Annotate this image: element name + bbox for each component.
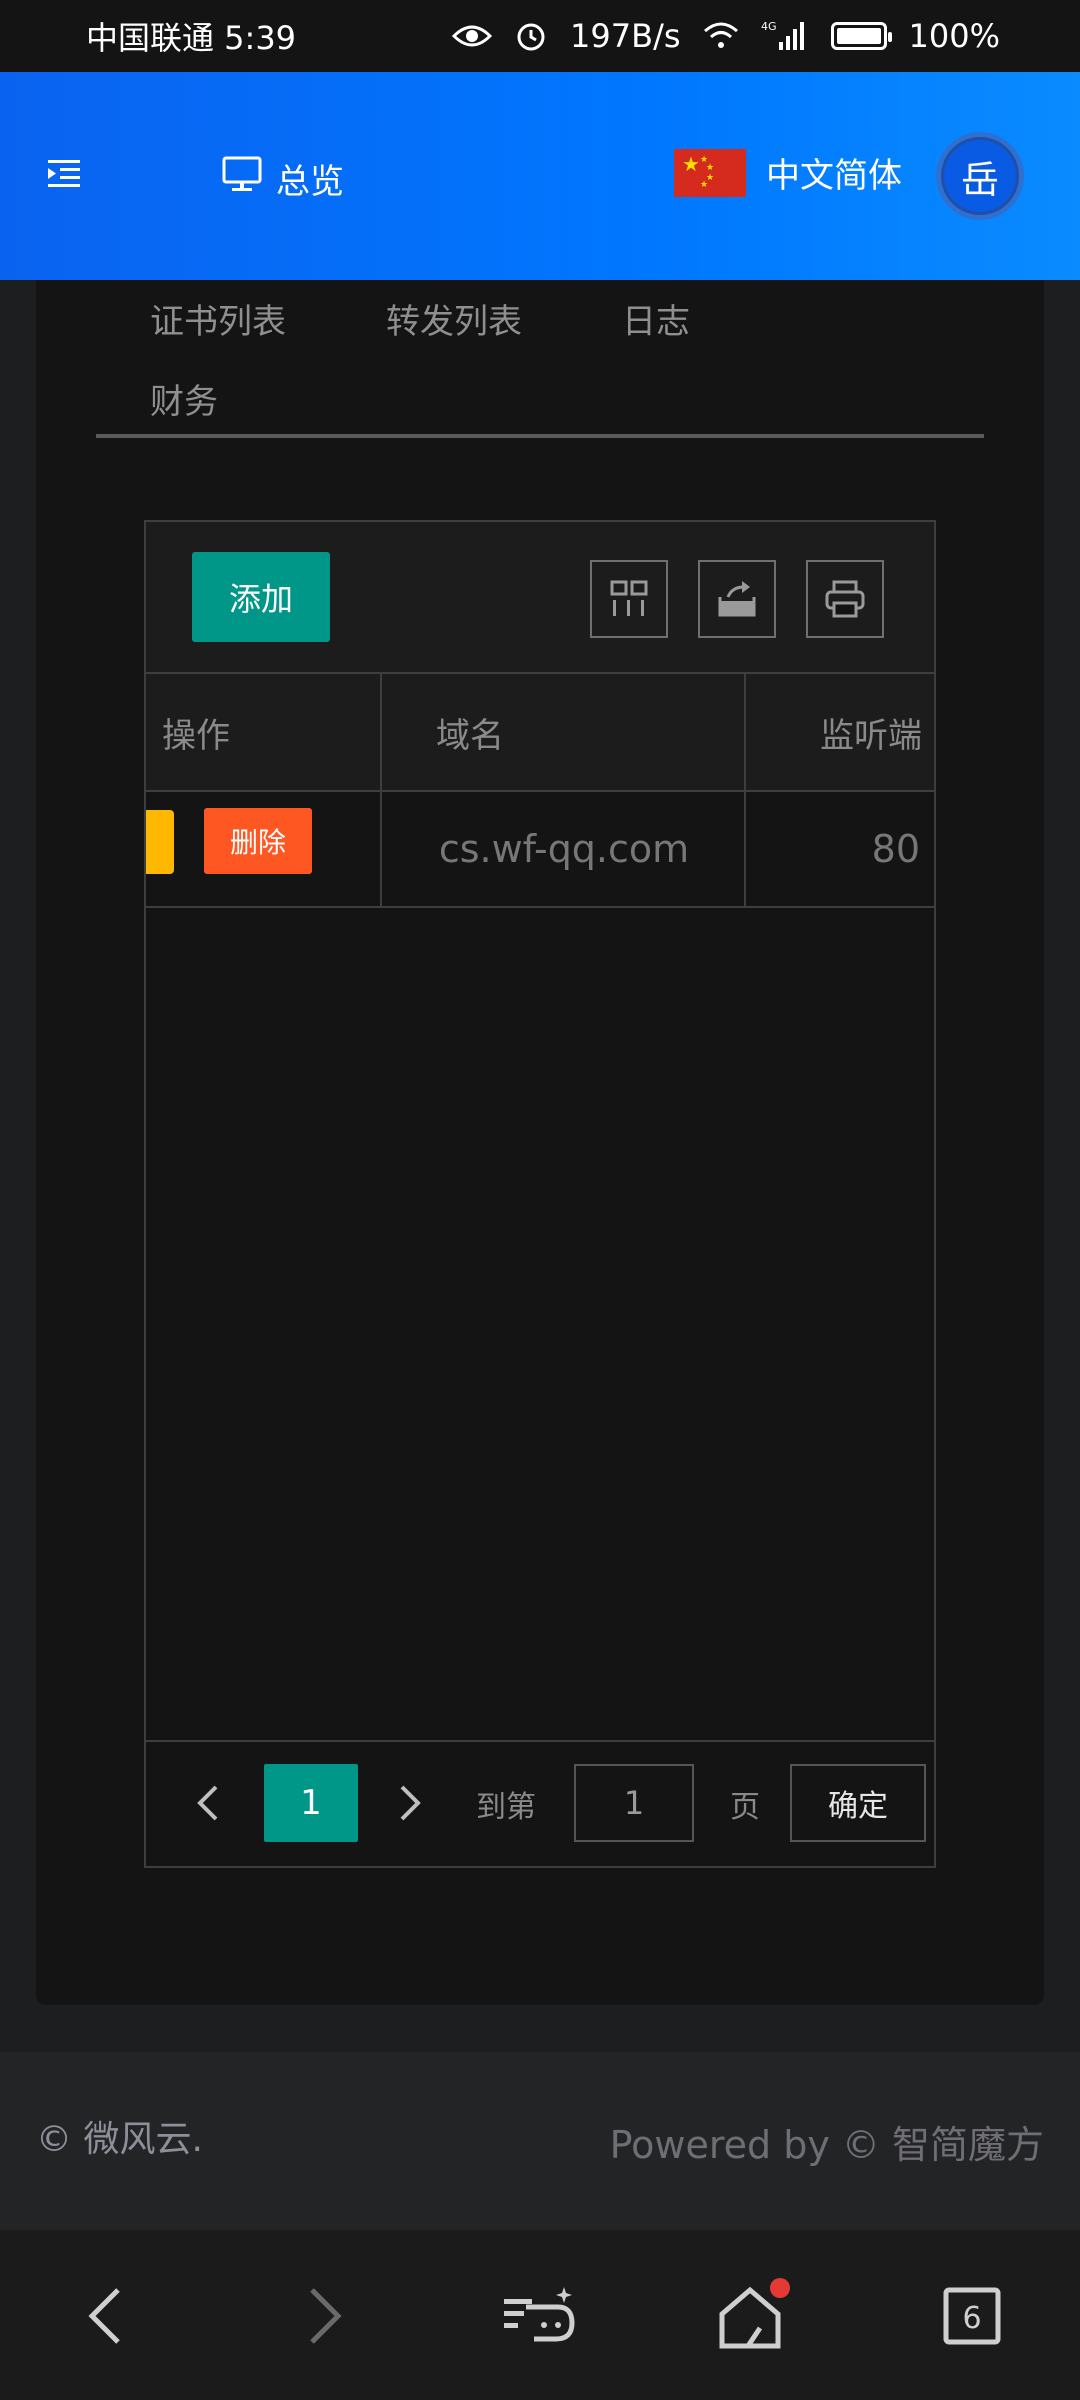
user-avatar[interactable]: 岳 xyxy=(936,132,1024,220)
status-bar: 中国联通 5:39 197B/s 4G 100% xyxy=(0,0,1080,72)
delete-button[interactable]: 删除 xyxy=(204,808,312,874)
pagination: 1 到第 页 确定 xyxy=(146,1740,934,1866)
goto-label: 到第 xyxy=(476,1790,536,1825)
tab-logs[interactable]: 日志 xyxy=(622,294,690,343)
next-page-button[interactable] xyxy=(390,1778,430,1828)
menu-toggle-icon[interactable] xyxy=(46,156,82,192)
table-toolbar: 添加 xyxy=(146,522,934,674)
columns-icon xyxy=(610,580,648,616)
wifi-icon xyxy=(703,21,739,51)
china-flag-icon: ★ ★ ★ ★ ★ xyxy=(674,148,746,197)
domain-cell: cs.wf-qq.com xyxy=(438,827,690,871)
data-table: 添加 操作 域名 监听端 删除 cs.wf-qq.com 80 1 到第 1 页… xyxy=(144,520,936,1868)
back-icon xyxy=(88,2288,120,2344)
notification-dot xyxy=(770,2278,790,2298)
forward-icon xyxy=(310,2288,342,2344)
page-footer: © 微风云. Powered by © 智简魔方 xyxy=(0,2052,1080,2230)
columns-filter-button[interactable] xyxy=(590,560,668,638)
tabs-icon: 6 xyxy=(943,2287,1001,2345)
overview-label: 总览 xyxy=(276,162,344,202)
table-row: 删除 cs.wf-qq.com 80 xyxy=(146,792,934,908)
tab-certificate-list[interactable]: 证书列表 xyxy=(150,294,286,343)
battery-icon xyxy=(830,22,892,50)
alarm-icon xyxy=(514,19,548,53)
copyright-text: © 微风云. xyxy=(36,2119,203,2160)
language-switch[interactable]: ★ ★ ★ ★ ★ 中文简体 xyxy=(674,148,902,197)
forward-button[interactable] xyxy=(286,2276,366,2356)
tabs-button[interactable]: 6 xyxy=(932,2276,1012,2356)
tabs-count: 6 xyxy=(962,2301,981,2336)
prev-page-button[interactable] xyxy=(188,1778,228,1828)
table-header: 操作 域名 监听端 xyxy=(146,674,934,792)
column-divider xyxy=(744,674,746,908)
page-unit-label: 页 xyxy=(730,1790,760,1825)
home-icon xyxy=(719,2278,790,2349)
tab-divider xyxy=(96,434,984,438)
powered-by-text: Powered by © 智简魔方 xyxy=(609,2123,1044,2167)
confirm-button[interactable]: 确定 xyxy=(790,1764,926,1842)
print-button[interactable] xyxy=(806,560,884,638)
printer-icon xyxy=(825,580,865,618)
signal-icon: 4G xyxy=(761,20,809,52)
tab-finance[interactable]: 财务 xyxy=(150,374,218,423)
ai-assistant-icon xyxy=(504,2287,575,2342)
tab-forward-list[interactable]: 转发列表 xyxy=(386,294,522,343)
back-button[interactable] xyxy=(64,2276,144,2356)
page-number-input[interactable] xyxy=(574,1764,694,1842)
home-button[interactable] xyxy=(714,2276,794,2356)
nav-overview[interactable]: 总览 xyxy=(222,154,344,203)
language-label: 中文简体 xyxy=(766,156,902,196)
export-button[interactable] xyxy=(698,560,776,638)
carrier-time: 中国联通 5:39 xyxy=(86,19,297,57)
column-header-domain[interactable]: 域名 xyxy=(436,674,736,790)
current-page[interactable]: 1 xyxy=(264,1764,358,1842)
eye-icon xyxy=(452,22,493,50)
port-cell: 80 xyxy=(871,827,920,871)
column-header-actions[interactable]: 操作 xyxy=(162,674,362,790)
column-header-port[interactable]: 监听端 xyxy=(820,674,938,790)
monitor-icon xyxy=(222,156,262,201)
ai-assistant-button[interactable] xyxy=(500,2276,580,2356)
export-icon xyxy=(718,581,756,617)
app-header: 总览 ★ ★ ★ ★ ★ 中文简体 岳 xyxy=(0,72,1080,280)
network-type: 4G xyxy=(761,20,777,33)
column-divider xyxy=(380,674,382,908)
add-button[interactable]: 添加 xyxy=(192,552,330,642)
edit-button[interactable] xyxy=(146,810,174,874)
battery-percent: 100% xyxy=(908,17,1000,55)
browser-nav-bar: 6 xyxy=(0,2230,1080,2400)
chevron-right-icon xyxy=(400,1785,421,1821)
chevron-left-icon xyxy=(197,1785,218,1821)
network-speed: 197B/s xyxy=(570,17,681,55)
